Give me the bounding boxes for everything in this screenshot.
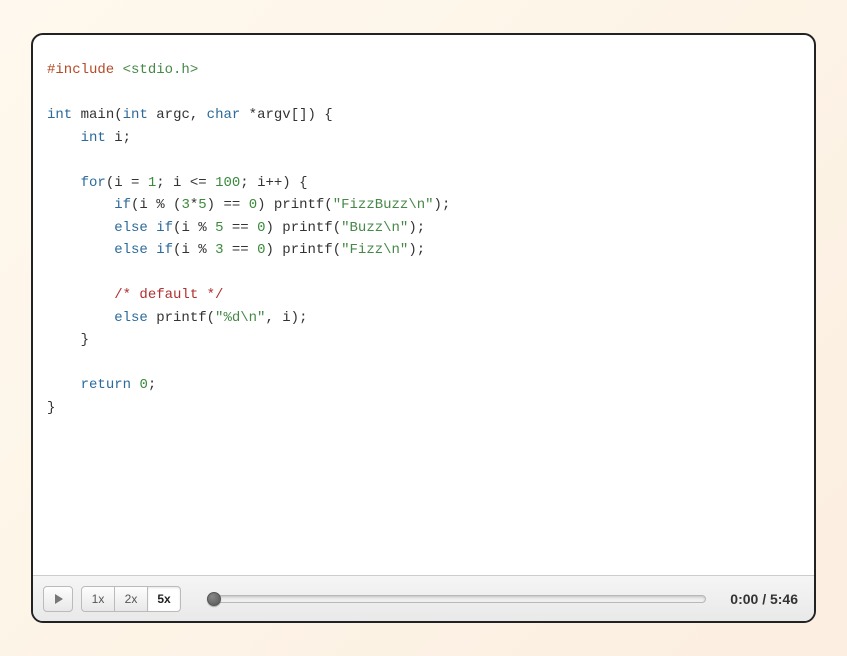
- speed-1x-button[interactable]: 1x: [81, 586, 115, 612]
- seek-track: [207, 595, 706, 603]
- code-line: for(i = 1; i <= 100; i++) {: [47, 172, 800, 195]
- code-line: [47, 82, 800, 105]
- playback-player: #include <stdio.h> int main(int argc, ch…: [31, 33, 816, 623]
- code-line: else if(i % 5 == 0) printf("Buzz\n");: [47, 217, 800, 240]
- play-icon: [55, 594, 63, 604]
- code-line: /* default */: [47, 284, 800, 307]
- speed-selector: 1x 2x 5x: [81, 586, 181, 612]
- code-line: #include <stdio.h>: [47, 59, 800, 82]
- code-line: if(i % (3*5) == 0) printf("FizzBuzz\n");: [47, 194, 800, 217]
- code-line: }: [47, 329, 800, 352]
- code-line: int i;: [47, 127, 800, 150]
- seek-thumb[interactable]: [207, 592, 221, 606]
- code-line: }: [47, 397, 800, 420]
- code-line: [47, 262, 800, 285]
- time-display: 0:00 / 5:46: [724, 591, 804, 607]
- code-line: int main(int argc, char *argv[]) {: [47, 104, 800, 127]
- code-line: return 0;: [47, 374, 800, 397]
- seek-bar[interactable]: [207, 592, 706, 606]
- code-line: else if(i % 3 == 0) printf("Fizz\n");: [47, 239, 800, 262]
- speed-5x-button[interactable]: 5x: [147, 586, 181, 612]
- speed-2x-button[interactable]: 2x: [114, 586, 148, 612]
- code-line: [47, 352, 800, 375]
- code-line: [47, 149, 800, 172]
- play-button[interactable]: [43, 586, 73, 612]
- code-line: else printf("%d\n", i);: [47, 307, 800, 330]
- code-display: #include <stdio.h> int main(int argc, ch…: [33, 35, 814, 575]
- playback-controls: 1x 2x 5x 0:00 / 5:46: [33, 575, 814, 621]
